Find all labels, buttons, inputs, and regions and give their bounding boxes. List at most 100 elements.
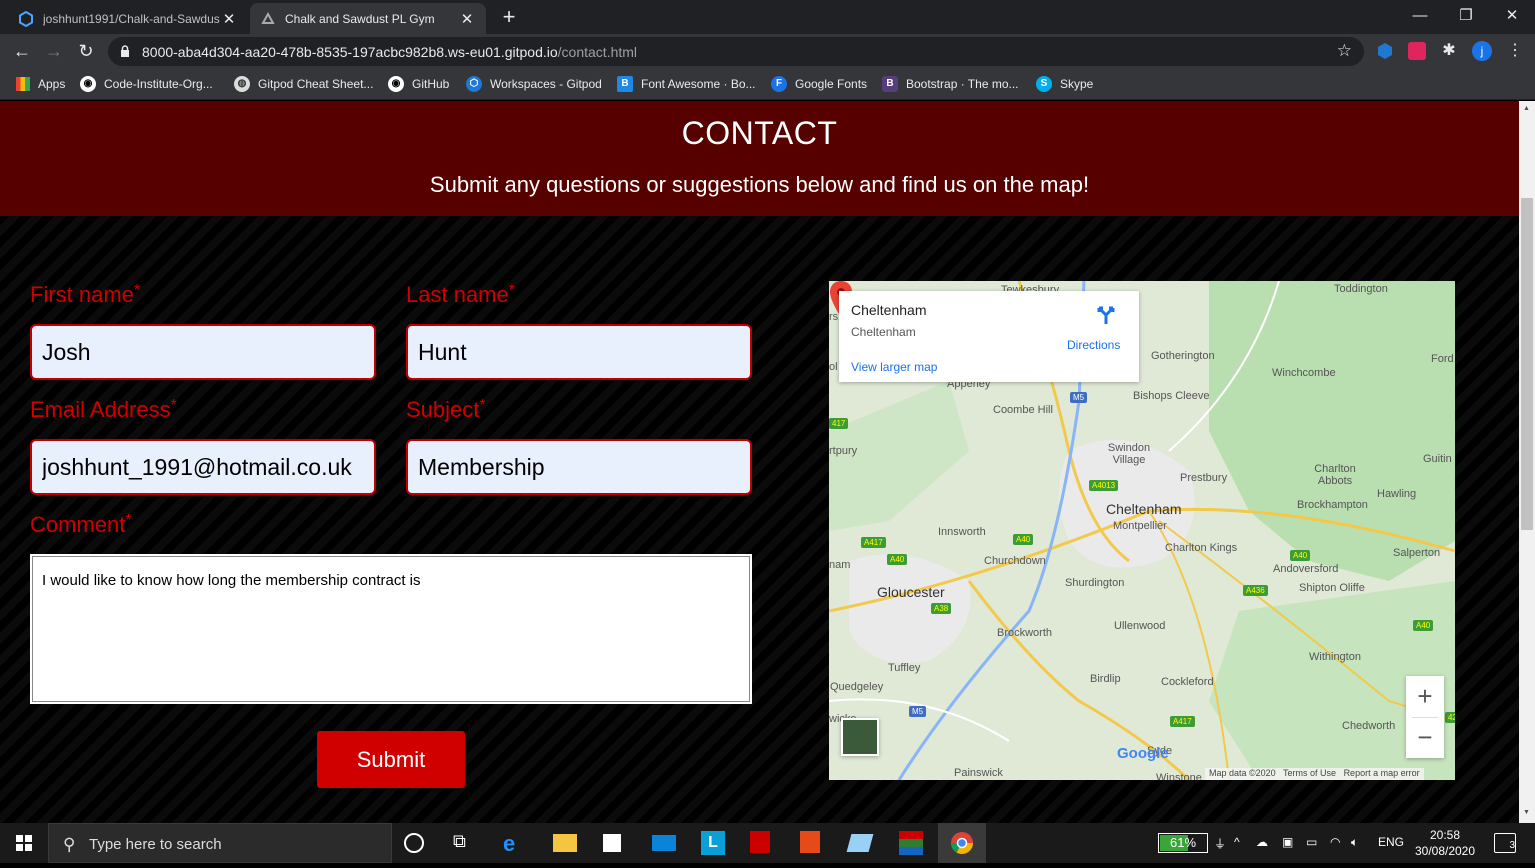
bookmark-skype[interactable]: S Skype [1036,74,1093,94]
file-explorer-icon[interactable] [553,834,577,852]
page-subtitle: Submit any questions or suggestions belo… [429,172,1090,197]
windows-taskbar: ⚲ Type here to search ⧉ e L 61% ⏚ ^ ☁ ▣ … [0,823,1535,863]
terms-of-use-link[interactable]: Terms of Use [1283,768,1336,778]
gitpod-icon [19,10,33,27]
wifi-icon[interactable]: ◠ [1330,835,1340,849]
google-map-embed[interactable]: Tewkesbury Toddington rs ol Gotherington… [829,281,1455,780]
map-label-chedworth: Chedworth [1342,720,1396,732]
submit-button[interactable]: Submit [317,731,465,788]
pocket-extension-icon[interactable] [1408,42,1426,60]
scroll-up-icon[interactable]: ▲ [1523,105,1530,112]
bookmark-star-icon[interactable]: ☆ [1337,41,1352,61]
directions-link[interactable]: Directions [1067,338,1120,352]
power-plug-icon[interactable]: ⏚ [1214,835,1226,852]
close-window-icon[interactable]: ✕ [1489,0,1535,32]
address-bar[interactable]: 8000-aba4d304-aa20-478b-8535-197acbc982b… [108,37,1364,66]
bookmark-gitpod-cheat-sheet[interactable]: ◍ Gitpod Cheat Sheet... [234,74,373,94]
zoom-divider [1412,717,1438,718]
map-label-brockhampton: Brockhampton [1297,499,1368,511]
restore-icon[interactable]: ❐ [1443,0,1489,32]
reload-icon[interactable]: ↻ [73,38,99,64]
map-label-tuffley: Tuffley [888,662,921,674]
mail-icon[interactable] [652,835,676,851]
road-shield-a38: A38 [931,603,952,614]
subject-label: Subject* [406,397,486,422]
page-scrollbar[interactable]: ▲ ▼ [1519,101,1535,823]
email-input[interactable] [30,439,376,495]
map-attribution: Map data ©2020 Terms of Use Report a map… [1205,768,1424,780]
map-label-innsworth: Innsworth [938,526,986,538]
zoom-in-button[interactable]: + [1406,676,1444,717]
taskbar-search[interactable]: ⚲ Type here to search [48,823,392,863]
first-name-input[interactable] [30,324,376,380]
minimize-icon[interactable]: — [1397,0,1443,32]
browser-tab-github[interactable]: joshhunt1991/Chalk-and-Sawdust ✕ [8,3,248,34]
road-shield-a4013: A4013 [1089,480,1119,491]
notepad-icon[interactable] [846,834,874,852]
last-name-input[interactable] [406,324,752,380]
github-icon: ◉ [388,76,404,92]
defender-icon[interactable]: ▣ [1282,835,1293,849]
browser-tab-active[interactable]: Chalk and Sawdust PL Gym ✕ [250,3,486,34]
comment-textarea[interactable]: I would like to know how long the member… [30,554,752,704]
show-hidden-icons-chevron-icon[interactable]: ^ [1234,835,1240,849]
bookmark-github[interactable]: ◉ GitHub [388,74,449,94]
notification-center-icon[interactable]: 3 [1494,833,1516,853]
extensions-puzzle-icon[interactable]: ✱ [1440,42,1458,60]
map-label-gloucester: Gloucester [877,584,945,600]
battery-tray-icon[interactable]: ▭ [1306,835,1317,849]
language-indicator[interactable]: ENG [1378,835,1404,849]
bookmark-font-awesome[interactable]: B Font Awesome · Bo... [617,74,756,94]
subject-input[interactable] [406,439,752,495]
bookmark-workspaces-gitpod[interactable]: ⬡ Workspaces - Gitpod [466,74,602,94]
system-clock[interactable]: 20:58 30/08/2020 [1405,827,1485,859]
edge-icon[interactable]: e [503,831,527,856]
bookmark-code-institute[interactable]: ◉ Code-Institute-Org... [80,74,213,94]
office-icon[interactable] [800,831,820,853]
gitpod-extension-icon[interactable] [1376,42,1394,60]
tab-close-icon[interactable]: ✕ [220,10,238,28]
map-place-card: Cheltenham Cheltenham View larger map Di… [839,291,1139,382]
profile-avatar[interactable]: j [1472,41,1492,61]
mcafee-icon[interactable] [750,831,770,853]
skype-icon: S [1036,76,1052,92]
menu-kebab-icon[interactable]: ⋮ [1507,42,1525,60]
scroll-down-icon[interactable]: ▼ [1523,809,1530,816]
google-logo: Google [1117,745,1169,762]
battery-indicator[interactable]: 61% [1158,833,1208,853]
volume-icon[interactable]: 🔈︎ [1351,835,1358,850]
satellite-toggle[interactable] [841,718,879,756]
bookmarks-bar: Apps ◉ Code-Institute-Org... ◍ Gitpod Ch… [0,68,1535,100]
chrome-taskbar-button[interactable] [938,823,986,863]
map-label-salperton: Salperton [1393,547,1441,559]
windows-logo-icon [16,835,32,851]
place-title: Cheltenham [851,302,927,318]
zoom-out-button[interactable]: − [1406,717,1444,758]
map-label-birdlip: Birdlip [1090,673,1121,685]
app-l-icon[interactable]: L [701,831,725,855]
bookmark-apps[interactable]: Apps [16,74,65,94]
forward-icon[interactable]: → [41,38,67,64]
bookmark-bootstrap[interactable]: B Bootstrap · The mo... [882,74,1019,94]
page-title: CONTACT [681,115,838,151]
back-icon[interactable]: ← [9,38,35,64]
store-icon[interactable] [603,834,621,852]
map-label-toddington: Toddington [1334,283,1388,295]
new-tab-button[interactable]: + [497,4,521,30]
map-zoom-control: + − [1406,676,1444,758]
report-map-error-link[interactable]: Report a map error [1344,768,1420,778]
onedrive-cloud-icon[interactable]: ☁ [1256,835,1268,849]
winrar-icon[interactable] [899,831,923,855]
view-larger-map-link[interactable]: View larger map [851,360,937,374]
windows-start-button[interactable] [0,823,48,863]
road-shield-a417: A417 [1170,716,1195,727]
task-view-icon[interactable]: ⧉ [453,831,477,855]
tab-close-icon[interactable]: ✕ [458,10,476,28]
cortana-icon[interactable] [404,833,424,853]
map-label-hartpury: rtpury [829,445,858,457]
directions-icon[interactable] [1095,303,1117,325]
map-label-charlton-abbots: Charlton Abbots [1314,463,1356,487]
apps-grid-icon [16,77,30,91]
scrollbar-thumb[interactable] [1521,198,1533,530]
bookmark-google-fonts[interactable]: F Google Fonts [771,74,867,94]
